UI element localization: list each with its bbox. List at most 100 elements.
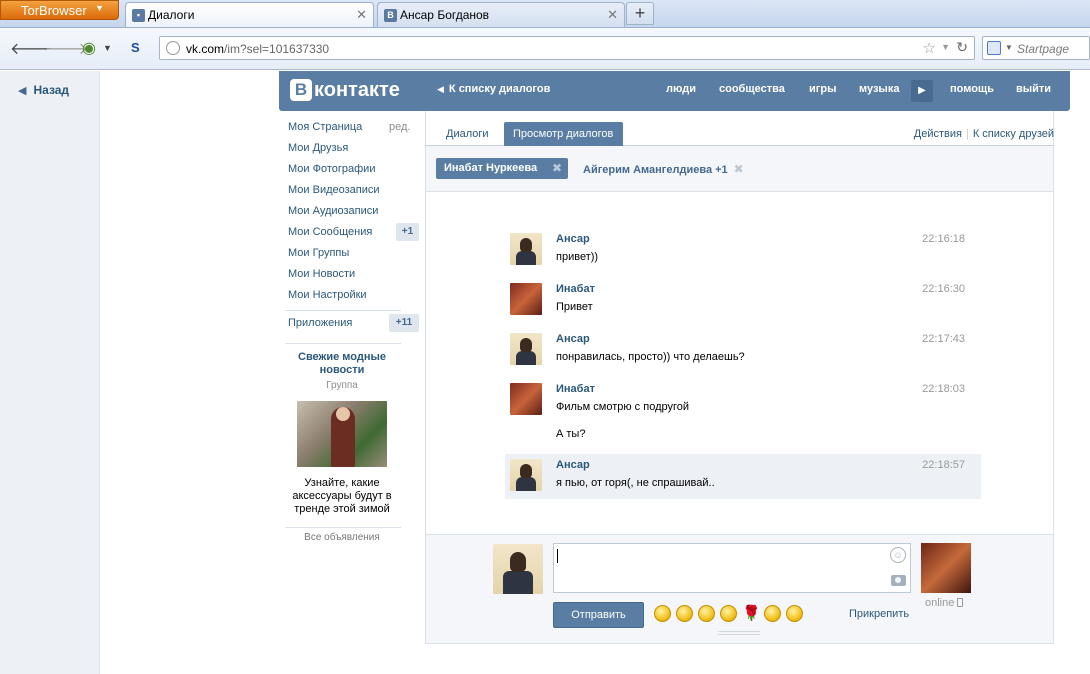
back-label: Назад bbox=[33, 83, 70, 97]
menu-divider bbox=[285, 343, 401, 344]
peer-avatar[interactable] bbox=[921, 543, 971, 593]
apps-badge[interactable]: +11 bbox=[389, 314, 419, 332]
avatar[interactable] bbox=[510, 383, 542, 415]
all-ads-link[interactable]: Все объявления bbox=[284, 532, 400, 543]
to-dialog-list-link[interactable]: ◀ К списку диалогов bbox=[437, 83, 550, 95]
emoji-confused-icon[interactable] bbox=[786, 605, 803, 622]
menu-my-page[interactable]: Моя Страница bbox=[288, 121, 362, 133]
message-author[interactable]: Инабат bbox=[556, 283, 595, 295]
tor-onion-icon[interactable]: ◉ bbox=[82, 38, 96, 58]
menu-friends[interactable]: Мои Друзья bbox=[288, 142, 348, 154]
ad-image[interactable] bbox=[297, 401, 387, 467]
online-label: online bbox=[925, 597, 955, 609]
ad-divider bbox=[285, 527, 401, 528]
ad-text[interactable]: Узнайте, какие аксессуары будут в тренде… bbox=[284, 477, 400, 516]
url-bar[interactable]: vk.com/im?sel=101637330 ☆ ▼ ↻ bbox=[159, 36, 975, 60]
back-strip: ◀ Назад bbox=[0, 71, 100, 674]
emoji-tongue-icon[interactable] bbox=[698, 605, 715, 622]
avatar[interactable] bbox=[510, 333, 542, 365]
emoji-sunglasses-icon[interactable] bbox=[764, 605, 781, 622]
emoji-grin-icon[interactable] bbox=[654, 605, 671, 622]
message-author[interactable]: Ансар bbox=[556, 459, 590, 471]
chevron-down-icon[interactable]: ▼ bbox=[941, 42, 950, 52]
tab-dialogs[interactable]: ▪ Диалоги ✕ bbox=[125, 2, 374, 27]
message-text: привет)) bbox=[556, 251, 599, 263]
close-icon[interactable]: ✕ bbox=[356, 7, 367, 23]
chevron-down-icon[interactable]: ▼ bbox=[1005, 43, 1013, 52]
back-link[interactable]: ◀ Назад bbox=[18, 83, 69, 97]
avatar[interactable] bbox=[510, 283, 542, 315]
emoji-wink-icon[interactable] bbox=[720, 605, 737, 622]
noscript-icon[interactable]: S bbox=[131, 40, 140, 55]
nav-communities[interactable]: сообщества bbox=[719, 83, 785, 95]
to-friends-link[interactable]: К списку друзей bbox=[973, 128, 1054, 140]
chip-label: Инабат Нуркеева bbox=[444, 162, 538, 174]
nav-music[interactable]: музыка bbox=[859, 83, 899, 95]
close-icon[interactable]: ✕ bbox=[607, 7, 618, 23]
nav-help[interactable]: помощь bbox=[950, 83, 994, 95]
tab-dialogs-list[interactable]: Диалоги bbox=[437, 122, 498, 146]
message-author[interactable]: Ансар bbox=[556, 233, 590, 245]
vk-logo-icon: B bbox=[384, 9, 397, 22]
send-button[interactable]: Отправить bbox=[553, 602, 644, 628]
message: Ансар привет)) 22:16:18 bbox=[505, 228, 981, 274]
emoji-blush-icon[interactable] bbox=[676, 605, 693, 622]
menu-messages[interactable]: Мои Сообщения bbox=[288, 226, 372, 238]
edit-link[interactable]: ред. bbox=[389, 121, 410, 133]
menu-apps[interactable]: Приложения bbox=[288, 317, 352, 329]
music-play-icon[interactable]: ▶ bbox=[911, 80, 933, 102]
nav-people[interactable]: люди bbox=[666, 83, 696, 95]
emoji-rose-icon[interactable]: 🌹 bbox=[742, 605, 761, 622]
ad-title[interactable]: Свежие модные новости bbox=[284, 351, 400, 377]
resize-grip[interactable] bbox=[718, 631, 760, 635]
message-author[interactable]: Инабат bbox=[556, 383, 595, 395]
camera-icon[interactable] bbox=[891, 575, 906, 586]
message-time[interactable]: 22:18:03 bbox=[922, 383, 965, 395]
actions-link[interactable]: Действия bbox=[914, 128, 962, 140]
tab-view-dialogs[interactable]: Просмотр диалогов bbox=[504, 122, 623, 146]
smile-icon[interactable]: ☺ bbox=[890, 547, 906, 563]
tab-title: Диалоги bbox=[148, 8, 195, 22]
message-author[interactable]: Ансар bbox=[556, 333, 590, 345]
vk-header: Вконтакте ◀ К списку диалогов люди сообще… bbox=[279, 71, 1070, 111]
dialog-chip[interactable]: Айгерим Амангелдиева +1 ✖ bbox=[583, 162, 744, 176]
separator: | bbox=[965, 128, 969, 140]
message-text: понравилась, просто)) что делаешь? bbox=[556, 351, 745, 363]
search-bar[interactable]: ▼ Startpage bbox=[982, 36, 1090, 60]
menu-photos[interactable]: Мои Фотографии bbox=[288, 163, 375, 175]
my-avatar[interactable] bbox=[493, 544, 543, 594]
message-input[interactable] bbox=[553, 543, 911, 593]
message-time[interactable]: 22:18:57 bbox=[922, 459, 965, 471]
reload-icon[interactable]: ↻ bbox=[956, 39, 968, 56]
message-time[interactable]: 22:16:18 bbox=[922, 233, 965, 245]
nav-games[interactable]: игры bbox=[809, 83, 836, 95]
messages-badge[interactable]: +1 bbox=[396, 223, 419, 241]
menu-settings[interactable]: Мои Настройки bbox=[288, 289, 367, 301]
nav-logout[interactable]: выйти bbox=[1016, 83, 1051, 95]
dialog-chip-active[interactable]: Инабат Нуркеева ✖ bbox=[436, 158, 568, 179]
tab-ansar[interactable]: B Ансар Богданов ✕ bbox=[377, 2, 625, 27]
avatar[interactable] bbox=[510, 233, 542, 265]
close-icon[interactable]: ✖ bbox=[734, 162, 744, 176]
search-engine-icon[interactable] bbox=[987, 41, 1001, 55]
close-icon[interactable]: ✖ bbox=[552, 161, 562, 175]
globe-icon bbox=[166, 41, 180, 55]
chevron-down-icon: ▼ bbox=[95, 3, 104, 13]
back-triangle-icon: ◀ bbox=[18, 85, 27, 97]
message: Ансар понравилась, просто)) что делаешь?… bbox=[505, 328, 981, 374]
tor-browser-menu-button[interactable]: TorBrowser ▼ bbox=[0, 0, 119, 20]
message-time[interactable]: 22:17:43 bbox=[922, 333, 965, 345]
avatar[interactable] bbox=[510, 459, 542, 491]
tor-browser-label: TorBrowser bbox=[21, 3, 87, 18]
attach-link[interactable]: Прикрепить bbox=[849, 608, 909, 620]
message-time[interactable]: 22:16:30 bbox=[922, 283, 965, 295]
menu-audio[interactable]: Мои Аудиозаписи bbox=[288, 205, 378, 217]
vk-logo[interactable]: Вконтакте bbox=[290, 79, 400, 103]
menu-videos[interactable]: Мои Видеозаписи bbox=[288, 184, 380, 196]
search-placeholder: Startpage bbox=[1017, 42, 1070, 56]
chevron-down-icon[interactable]: ▼ bbox=[103, 43, 112, 53]
menu-news[interactable]: Мои Новости bbox=[288, 268, 355, 280]
bookmark-star-icon[interactable]: ☆ bbox=[923, 39, 936, 57]
new-tab-button[interactable]: + bbox=[626, 2, 654, 25]
menu-groups[interactable]: Мои Группы bbox=[288, 247, 349, 259]
